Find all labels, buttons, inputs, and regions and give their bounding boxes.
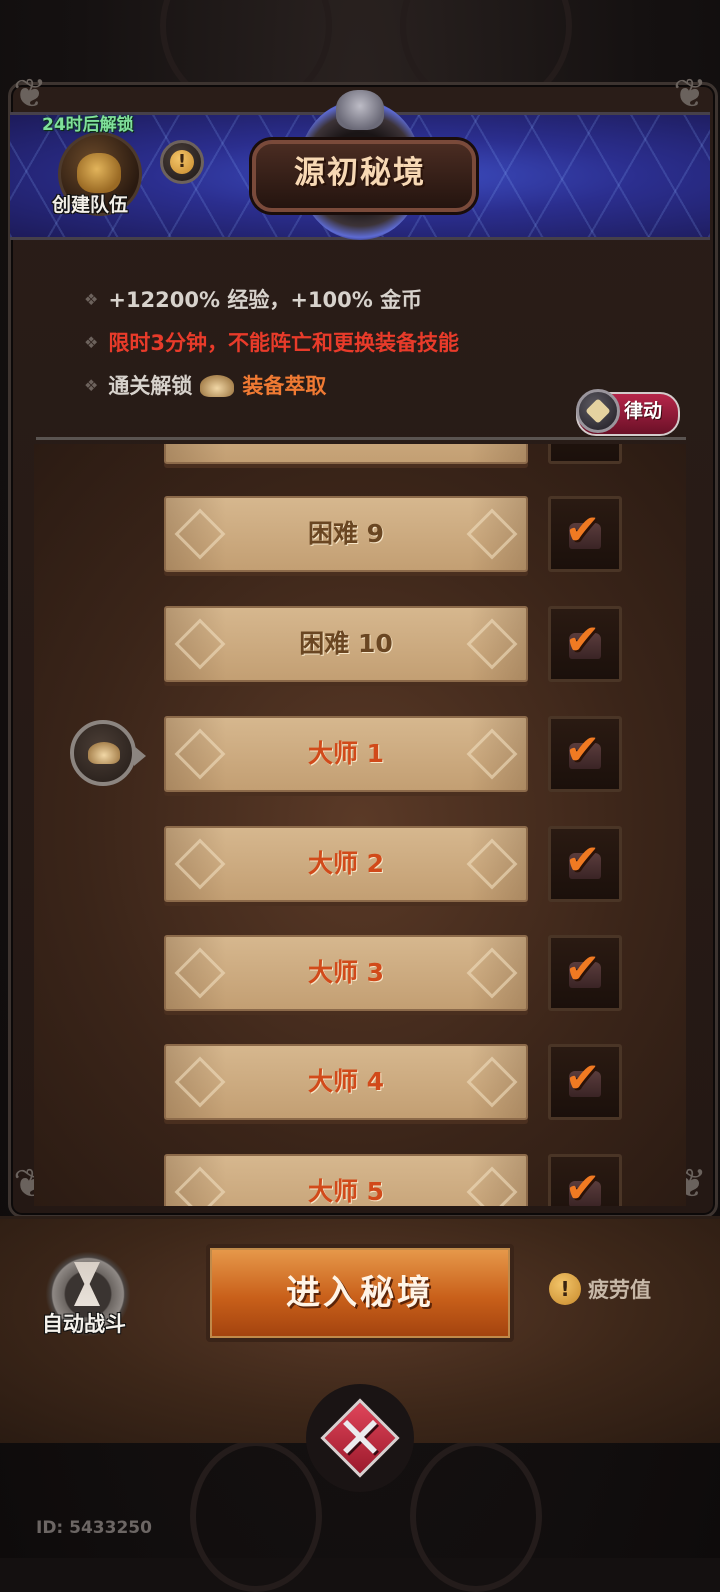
corner-ornament: ❦	[673, 71, 707, 117]
hat-icon	[200, 375, 235, 397]
rule-unlock-prefix: 通关解锁	[108, 374, 193, 398]
rule-bonus: ❖ +12200% 经验，+100% 金币	[84, 284, 422, 314]
level-row[interactable]: 大师 5	[164, 1154, 528, 1206]
rule-unlock: ❖ 通关解锁 装备萃取	[84, 370, 326, 400]
level-check[interactable]: ✔	[548, 935, 622, 1011]
skull-icon	[336, 90, 384, 130]
level-check[interactable]: ✔	[548, 1154, 622, 1206]
level-list[interactable]: 困难 9 ✔ 困难 10 ✔ 大师 1 ✔ 大师 2 ✔ 大师 3 ✔ 大师 4…	[34, 444, 686, 1206]
close-button[interactable]: ✕	[306, 1384, 414, 1492]
rule-restriction-text: 限时3分钟，不能阵亡和更换装备技能	[108, 331, 459, 355]
info-icon: !	[170, 150, 194, 174]
level-label: 大师 5	[307, 1177, 385, 1206]
check-icon: ✔	[565, 835, 601, 884]
level-label: 大师 1	[307, 739, 385, 768]
enter-dungeon-button[interactable]: 进入秘境	[206, 1244, 514, 1342]
player-id: ID: 5433250	[36, 1518, 152, 1538]
wolf-icon	[576, 389, 620, 433]
background-ornament	[190, 1440, 322, 1592]
level-row[interactable]: 困难 10	[164, 606, 528, 682]
info-icon[interactable]: !	[549, 1273, 581, 1305]
check-icon: ✔	[565, 1053, 601, 1102]
fatigue-label[interactable]: 疲劳值	[588, 1274, 651, 1304]
level-row[interactable]: 困难 9	[164, 496, 528, 572]
rule-restriction: ❖ 限时3分钟，不能阵亡和更换装备技能	[84, 327, 459, 357]
create-team-label[interactable]: 创建队伍	[52, 190, 128, 217]
bullet-icon: ❖	[84, 290, 99, 309]
marker-arrow	[134, 746, 146, 766]
current-level-marker	[70, 720, 136, 786]
check-icon: ✔	[565, 725, 601, 774]
level-label: 大师 2	[307, 849, 385, 878]
hat-icon	[88, 742, 120, 764]
level-check-partial[interactable]	[548, 444, 622, 464]
level-check[interactable]: ✔	[548, 716, 622, 792]
unlock-timer-text: 24时后解锁	[42, 115, 134, 135]
level-label: 大师 3	[307, 958, 385, 987]
level-check[interactable]: ✔	[548, 606, 622, 682]
bullet-icon: ❖	[84, 333, 99, 352]
level-check[interactable]: ✔	[548, 1044, 622, 1120]
divider	[36, 437, 686, 440]
bullet-icon: ❖	[84, 376, 99, 395]
info-button[interactable]: !	[160, 140, 204, 184]
level-row[interactable]: 大师 1	[164, 716, 528, 792]
background-ornament	[410, 1440, 542, 1592]
level-label: 大师 4	[307, 1067, 385, 1096]
level-check[interactable]: ✔	[548, 826, 622, 902]
rule-bonus-text: +12200% 经验，+100% 金币	[108, 288, 423, 312]
close-icon: ✕	[335, 1404, 385, 1472]
level-row[interactable]: 大师 3	[164, 935, 528, 1011]
level-label: 困难 9	[307, 519, 385, 548]
level-check[interactable]: ✔	[548, 496, 622, 572]
level-row-partial[interactable]	[164, 444, 528, 464]
check-icon: ✔	[565, 615, 601, 664]
check-icon: ✔	[565, 505, 601, 554]
rhythm-button-label: 律动	[624, 400, 663, 422]
check-icon: ✔	[565, 1163, 601, 1206]
auto-battle-label[interactable]: 自动战斗	[42, 1308, 126, 1338]
rule-unlock-reward: 装备萃取	[242, 374, 327, 398]
level-row[interactable]: 大师 4	[164, 1044, 528, 1120]
level-label: 困难 10	[299, 629, 393, 658]
level-row[interactable]: 大师 2	[164, 826, 528, 902]
page-title: 源初秘境	[294, 155, 426, 191]
check-icon: ✔	[565, 944, 601, 993]
